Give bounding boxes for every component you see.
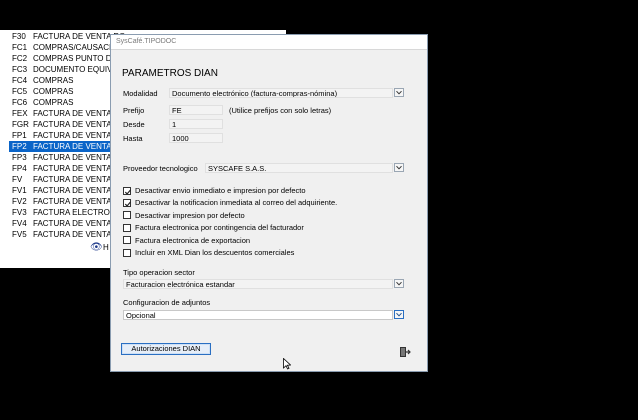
list-item-code: FV1 (12, 186, 27, 195)
mouse-cursor-icon (283, 357, 292, 372)
option-checkbox-row[interactable]: Desactivar envio inmediato e impresion p… (123, 185, 306, 196)
modalidad-dropdown-button[interactable] (394, 88, 404, 97)
list-item-code: FP1 (12, 131, 27, 140)
list-item-code: FC3 (12, 65, 28, 74)
checkbox-label: Desactivar la notificacion inmediata al … (135, 198, 338, 208)
config-adjuntos-select[interactable]: Opcional (123, 310, 393, 320)
page-title: PARAMETROS DIAN (122, 68, 218, 79)
parametros-dian-dialog: SysCafé.TIPODOC PARAMETROS DIAN Modalida… (110, 34, 428, 372)
list-item-code: FGR (12, 120, 29, 129)
checkbox-unchecked[interactable] (123, 211, 131, 220)
list-item-code: FP2 (12, 142, 27, 151)
config-adjuntos-label: Configuracion de adjuntos (123, 298, 211, 307)
list-item-code: FP4 (12, 164, 27, 173)
checkbox-label: Factura electronica de exportacion (135, 235, 251, 245)
chevron-down-icon (396, 281, 402, 286)
config-adjuntos-dropdown-button[interactable] (394, 310, 404, 319)
list-item-code: FC2 (12, 54, 28, 63)
binoculars-icon[interactable]: 👁 (90, 242, 103, 253)
prefijo-hint: (Utilice prefijos con solo letras) (229, 106, 332, 115)
checkbox-label: Factura electronica por contingencia del… (135, 223, 304, 233)
list-item-code: FEX (12, 109, 28, 118)
option-checkbox-row[interactable]: Factura electronica de exportacion (123, 235, 250, 246)
desde-input[interactable]: 1 (169, 119, 223, 129)
checkmark-icon (124, 189, 132, 195)
proveedor-dropdown-button[interactable] (394, 163, 404, 172)
checkbox-checked[interactable] (123, 186, 132, 195)
desde-label: Desde (123, 120, 145, 129)
option-checkbox-row[interactable]: Factura electronica por contingencia del… (123, 222, 304, 233)
list-item-code: FC6 (12, 98, 28, 107)
chevron-down-icon (396, 165, 402, 170)
checkbox-label: Incluir en XML Dian los descuentos comer… (135, 248, 295, 257)
checkbox-unchecked[interactable] (123, 223, 131, 232)
list-item-code: FV3 (12, 208, 27, 217)
modalidad-label: Modalidad (123, 89, 158, 98)
list-item-code: FC4 (12, 76, 28, 85)
proveedor-select[interactable]: SYSCAFE S.A.S. (205, 163, 393, 173)
list-item-code: FP3 (12, 153, 27, 162)
checkbox-label: Desactivar envio inmediato e impresion p… (135, 186, 306, 195)
list-item-code: FV5 (12, 230, 27, 239)
checkbox-unchecked[interactable] (123, 236, 131, 245)
checkbox-checked[interactable] (123, 198, 132, 207)
chevron-down-icon (396, 312, 402, 317)
prefijo-label: Prefijo (123, 106, 145, 115)
hasta-input[interactable]: 1000 (169, 133, 223, 143)
tipo-operacion-label: Tipo operacion sector (123, 268, 195, 277)
list-item-code: FC5 (12, 87, 28, 96)
tipo-operacion-dropdown-button[interactable] (394, 279, 404, 288)
modalidad-select[interactable]: Documento electrónico (factura-compras-n… (169, 88, 393, 98)
checkmark-icon (124, 201, 132, 207)
list-item-code: F30 (12, 32, 26, 41)
prefijo-input[interactable]: FE (169, 105, 223, 115)
dialog-title-bar[interactable]: SysCafé.TIPODOC (111, 35, 427, 50)
list-item-code: FV4 (12, 219, 27, 228)
option-checkbox-row[interactable]: Desactivar la notificacion inmediata al … (123, 197, 337, 208)
chevron-down-icon (396, 90, 402, 95)
checkbox-label: Desactivar impresion por defecto (135, 210, 245, 220)
list-item-code: FC1 (12, 43, 28, 52)
tipo-operacion-select[interactable]: Facturacion electrónica estandar (123, 279, 393, 289)
proveedor-label: Proveedor tecnologico (123, 164, 198, 173)
exit-door-icon[interactable] (399, 346, 411, 360)
option-checkbox-row[interactable]: Desactivar impresion por defecto (123, 210, 245, 221)
hasta-label: Hasta (123, 134, 143, 143)
bottom-toolbar-label: H (103, 243, 109, 252)
list-item-code: FV (12, 175, 23, 184)
list-item-code: FV2 (12, 197, 27, 206)
checkbox-unchecked[interactable] (123, 248, 131, 257)
option-checkbox-row[interactable]: Incluir en XML Dian los descuentos comer… (123, 247, 294, 258)
autorizaciones-dian-button[interactable]: Autorizaciones DIAN (121, 343, 211, 355)
